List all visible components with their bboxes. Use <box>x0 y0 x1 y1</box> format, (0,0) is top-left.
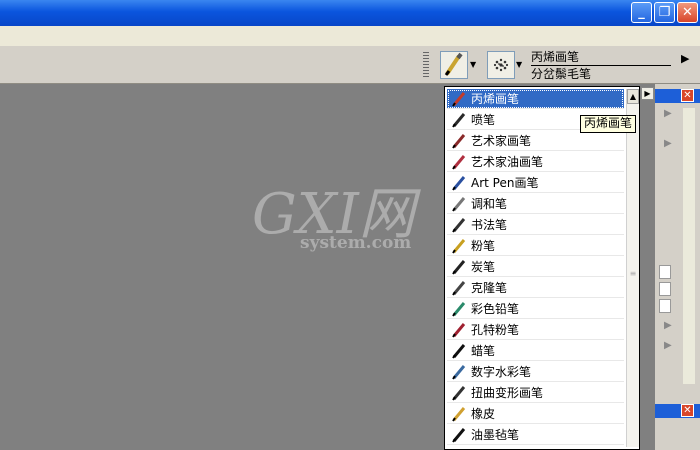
list-item[interactable]: 粉笔 <box>447 236 624 256</box>
list-item[interactable]: 蜡笔 <box>447 341 624 361</box>
list-item-label: 炭笔 <box>471 260 496 274</box>
acrylic-brush-icon <box>452 91 466 107</box>
list-item-label: 数字水彩笔 <box>471 365 532 379</box>
triangle-icon[interactable]: ▶ <box>664 340 672 351</box>
brush-variant-button[interactable] <box>487 51 515 79</box>
watermark: GXI网 system.com <box>252 185 417 265</box>
close-button[interactable]: ✕ <box>677 2 698 23</box>
list-item[interactable]: 油墨毡笔 <box>447 425 624 445</box>
list-item[interactable]: Art Pen画笔 <box>447 173 624 193</box>
minimize-button[interactable]: _ <box>631 2 652 23</box>
charcoal-icon <box>452 259 466 275</box>
list-item[interactable]: 艺术家油画笔 <box>447 152 624 172</box>
list-item[interactable]: 数字水彩笔 <box>447 362 624 382</box>
brush-category-label: 丙烯画笔 <box>531 50 671 66</box>
list-item-label: 油墨毡笔 <box>471 428 520 442</box>
list-item-label: 橡皮 <box>471 407 496 421</box>
color-swatch[interactable] <box>659 299 671 313</box>
list-item[interactable]: 调和笔 <box>447 194 624 214</box>
artist-oil-brush-icon <box>452 154 466 170</box>
watermark-url: system.com <box>300 233 412 253</box>
brush-variant-label: 分岔鬃毛笔 <box>531 67 592 81</box>
cloner-icon <box>452 280 466 296</box>
chevron-down-icon[interactable]: ▼ <box>516 60 526 70</box>
brush-category-button[interactable] <box>440 51 468 79</box>
color-swatch[interactable] <box>659 282 671 296</box>
calligraphy-icon <box>452 217 466 233</box>
blender-icon <box>452 196 466 212</box>
expand-arrow-icon[interactable]: ▶ <box>681 52 689 65</box>
list-item-label: 克隆笔 <box>471 281 508 295</box>
chevron-down-icon[interactable]: ▼ <box>470 60 480 70</box>
property-bar: ▼ ▼ 丙烯画笔 分岔鬃毛笔 ▶ <box>0 46 700 84</box>
triangle-icon[interactable]: ▶ <box>664 138 672 149</box>
list-item[interactable]: 丙烯画笔 <box>447 89 624 109</box>
triangle-icon[interactable]: ▶ <box>664 108 672 119</box>
colored-pencil-icon <box>452 301 466 317</box>
distortion-icon <box>452 385 466 401</box>
dropdown-menu-arrow-icon[interactable]: ▶ <box>641 87 654 100</box>
list-item-label: 艺术家油画笔 <box>471 155 544 169</box>
panel-close-icon[interactable]: ✕ <box>681 89 694 102</box>
color-swatch[interactable] <box>659 265 671 279</box>
list-item-label: 调和笔 <box>471 197 508 211</box>
panel-close-icon[interactable]: ✕ <box>681 404 694 417</box>
crayon-icon <box>452 343 466 359</box>
eraser-icon <box>452 406 466 422</box>
scroll-up-icon[interactable]: ▲ <box>627 89 639 104</box>
brush-icon <box>444 52 463 76</box>
list-item-label: 喷笔 <box>471 113 496 127</box>
digital-watercolor-icon <box>452 364 466 380</box>
airbrush-icon <box>452 112 466 128</box>
list-item[interactable]: 彩色铅笔 <box>447 299 624 319</box>
chalk-icon <box>452 238 466 254</box>
list-item[interactable]: 艺术家画笔 <box>447 131 624 151</box>
list-item-label: 书法笔 <box>471 218 508 232</box>
maximize-button[interactable]: ❐ <box>654 2 675 23</box>
list-item[interactable]: 橡皮 <box>447 404 624 424</box>
list-item-label: Art Pen画笔 <box>471 176 539 190</box>
list-item-label: 扭曲变形画笔 <box>471 386 544 400</box>
brush-category-dropdown[interactable]: 丙烯画笔 喷笔 艺术家画笔 艺术家油画笔 Art Pen画笔 调和笔 书法笔 粉笔 炭笔 克隆笔彩… <box>444 86 640 450</box>
list-item[interactable]: 扭曲变形画笔 <box>447 383 624 403</box>
triangle-icon[interactable]: ▶ <box>664 320 672 331</box>
dab-icon <box>493 58 509 72</box>
dropdown-scrollbar[interactable]: ▲ ≡ <box>626 89 639 447</box>
list-item-label: 彩色铅笔 <box>471 302 520 316</box>
list-item-label: 丙烯画笔 <box>471 92 520 106</box>
artist-brush-icon <box>452 133 466 149</box>
list-item[interactable]: 炭笔 <box>447 257 624 277</box>
list-item-label: 粉笔 <box>471 239 496 253</box>
tooltip: 丙烯画笔 <box>580 115 637 133</box>
list-item-label: 孔特粉笔 <box>471 323 520 337</box>
list-item[interactable]: 书法笔 <box>447 215 624 235</box>
scroll-thumb-grip[interactable]: ≡ <box>627 269 639 283</box>
list-item-label: 艺术家画笔 <box>471 134 532 148</box>
conte-icon <box>452 322 466 338</box>
title-bar <box>0 0 700 26</box>
list-item[interactable]: 孔特粉笔 <box>447 320 624 340</box>
list-item-label: 蜡笔 <box>471 344 496 358</box>
menu-bar <box>0 26 700 46</box>
list-item[interactable]: 克隆笔 <box>447 278 624 298</box>
art-pen-brush-icon <box>452 175 466 191</box>
felt-pen-icon <box>452 427 466 443</box>
panel-scrollbar[interactable] <box>683 108 695 384</box>
toolbar-grip[interactable] <box>423 52 429 78</box>
